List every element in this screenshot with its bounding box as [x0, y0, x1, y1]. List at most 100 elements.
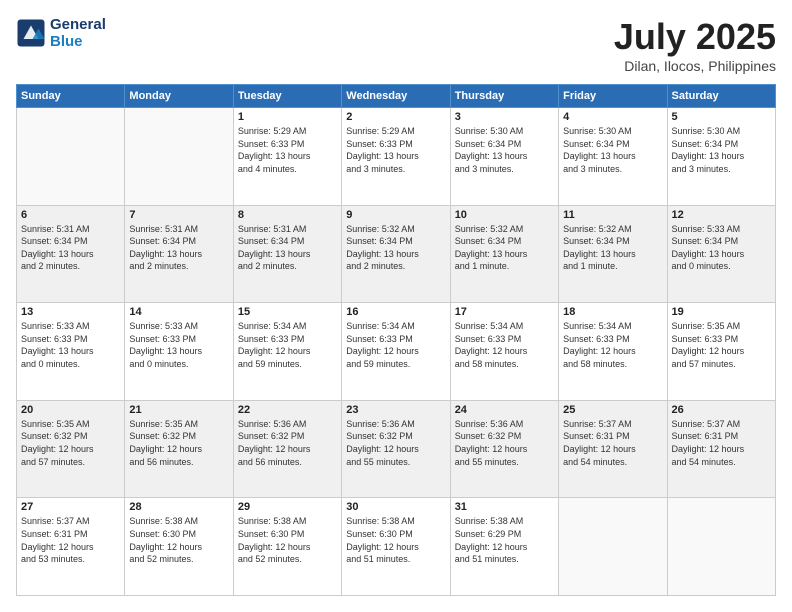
day-number: 12 — [672, 209, 771, 221]
day-number: 22 — [238, 404, 337, 416]
day-number: 3 — [455, 111, 554, 123]
day-number: 17 — [455, 306, 554, 318]
day-number: 16 — [346, 306, 445, 318]
logo-text: General Blue — [50, 16, 106, 50]
day-number: 15 — [238, 306, 337, 318]
day-number: 7 — [129, 209, 228, 221]
calendar-cell: 24 Sunrise: 5:36 AM Sunset: 6:32 PM Dayli… — [450, 400, 558, 498]
weekday-header-friday: Friday — [559, 85, 667, 108]
calendar-cell: 2Sunrise: 5:29 AM Sunset: 6:33 PM Daylig… — [342, 108, 450, 206]
calendar-cell: 25 Sunrise: 5:37 AM Sunset: 6:31 PM Dayli… — [559, 400, 667, 498]
logo: General Blue — [16, 16, 106, 50]
day-info: Sunrise: 5:36 AM Sunset: 6:32 PM Dayligh… — [455, 418, 554, 468]
day-info: Sunrise: 5:34 AM Sunset: 6:33 PM Dayligh… — [455, 320, 554, 370]
day-number: 9 — [346, 209, 445, 221]
calendar-cell: 29 Sunrise: 5:38 AM Sunset: 6:30 PM Dayli… — [233, 498, 341, 596]
calendar-cell: 13 Sunrise: 5:33 AM Sunset: 6:33 PM Dayli… — [17, 303, 125, 401]
calendar-cell: 15 Sunrise: 5:34 AM Sunset: 6:33 PM Dayli… — [233, 303, 341, 401]
day-info: Sunrise: 5:38 AM Sunset: 6:30 PM Dayligh… — [238, 515, 337, 565]
day-info: Sunrise: 5:29 AM Sunset: 6:33 PM Dayligh… — [346, 125, 445, 175]
calendar-cell: 23 Sunrise: 5:36 AM Sunset: 6:32 PM Dayli… — [342, 400, 450, 498]
calendar-cell — [667, 498, 775, 596]
calendar-week-row: 6 Sunrise: 5:31 AM Sunset: 6:34 PM Daylig… — [17, 205, 776, 303]
weekday-header-sunday: Sunday — [17, 85, 125, 108]
logo-icon — [16, 18, 46, 48]
calendar-cell: 5 Sunrise: 5:30 AM Sunset: 6:34 PM Daylig… — [667, 108, 775, 206]
weekday-header-wednesday: Wednesday — [342, 85, 450, 108]
calendar-table: SundayMondayTuesdayWednesdayThursdayFrid… — [16, 84, 776, 596]
calendar-cell: 6 Sunrise: 5:31 AM Sunset: 6:34 PM Daylig… — [17, 205, 125, 303]
day-info: Sunrise: 5:36 AM Sunset: 6:32 PM Dayligh… — [346, 418, 445, 468]
day-info: Sunrise: 5:33 AM Sunset: 6:33 PM Dayligh… — [129, 320, 228, 370]
day-info: Sunrise: 5:37 AM Sunset: 6:31 PM Dayligh… — [672, 418, 771, 468]
day-number: 6 — [21, 209, 120, 221]
day-info: Sunrise: 5:30 AM Sunset: 6:34 PM Dayligh… — [455, 125, 554, 175]
day-info: Sunrise: 5:33 AM Sunset: 6:34 PM Dayligh… — [672, 223, 771, 273]
day-info: Sunrise: 5:37 AM Sunset: 6:31 PM Dayligh… — [563, 418, 662, 468]
calendar-cell: 19 Sunrise: 5:35 AM Sunset: 6:33 PM Dayli… — [667, 303, 775, 401]
title-block: July 2025 Dilan, Ilocos, Philippines — [614, 16, 776, 74]
day-info: Sunrise: 5:33 AM Sunset: 6:33 PM Dayligh… — [21, 320, 120, 370]
month-title: July 2025 — [614, 16, 776, 58]
day-number: 8 — [238, 209, 337, 221]
calendar-cell: 3 Sunrise: 5:30 AM Sunset: 6:34 PM Daylig… — [450, 108, 558, 206]
calendar-cell: 26 Sunrise: 5:37 AM Sunset: 6:31 PM Dayli… — [667, 400, 775, 498]
calendar-cell: 1 Sunrise: 5:29 AM Sunset: 6:33 PM Daylig… — [233, 108, 341, 206]
day-info: Sunrise: 5:29 AM Sunset: 6:33 PM Dayligh… — [238, 125, 337, 175]
day-number: 29 — [238, 501, 337, 513]
day-info: Sunrise: 5:31 AM Sunset: 6:34 PM Dayligh… — [21, 223, 120, 273]
day-number: 25 — [563, 404, 662, 416]
day-info: Sunrise: 5:35 AM Sunset: 6:32 PM Dayligh… — [21, 418, 120, 468]
calendar-week-row: 27Sunrise: 5:37 AM Sunset: 6:31 PM Dayli… — [17, 498, 776, 596]
calendar-cell — [559, 498, 667, 596]
day-info: Sunrise: 5:38 AM Sunset: 6:30 PM Dayligh… — [346, 515, 445, 565]
calendar-cell: 20Sunrise: 5:35 AM Sunset: 6:32 PM Dayli… — [17, 400, 125, 498]
day-number: 18 — [563, 306, 662, 318]
day-number: 13 — [21, 306, 120, 318]
weekday-header-row: SundayMondayTuesdayWednesdayThursdayFrid… — [17, 85, 776, 108]
calendar-cell: 31 Sunrise: 5:38 AM Sunset: 6:29 PM Dayli… — [450, 498, 558, 596]
calendar-cell: 21Sunrise: 5:35 AM Sunset: 6:32 PM Dayli… — [125, 400, 233, 498]
logo-line2: Blue — [50, 33, 106, 50]
weekday-header-saturday: Saturday — [667, 85, 775, 108]
day-number: 5 — [672, 111, 771, 123]
day-info: Sunrise: 5:30 AM Sunset: 6:34 PM Dayligh… — [672, 125, 771, 175]
day-number: 26 — [672, 404, 771, 416]
calendar-cell: 27Sunrise: 5:37 AM Sunset: 6:31 PM Dayli… — [17, 498, 125, 596]
day-info: Sunrise: 5:31 AM Sunset: 6:34 PM Dayligh… — [238, 223, 337, 273]
weekday-header-monday: Monday — [125, 85, 233, 108]
day-info: Sunrise: 5:38 AM Sunset: 6:29 PM Dayligh… — [455, 515, 554, 565]
day-number: 28 — [129, 501, 228, 513]
weekday-header-thursday: Thursday — [450, 85, 558, 108]
calendar-cell: 17 Sunrise: 5:34 AM Sunset: 6:33 PM Dayli… — [450, 303, 558, 401]
day-info: Sunrise: 5:34 AM Sunset: 6:33 PM Dayligh… — [238, 320, 337, 370]
day-number: 10 — [455, 209, 554, 221]
calendar-cell: 7 Sunrise: 5:31 AM Sunset: 6:34 PM Daylig… — [125, 205, 233, 303]
calendar-cell: 11Sunrise: 5:32 AM Sunset: 6:34 PM Dayli… — [559, 205, 667, 303]
day-info: Sunrise: 5:34 AM Sunset: 6:33 PM Dayligh… — [346, 320, 445, 370]
calendar-cell: 8 Sunrise: 5:31 AM Sunset: 6:34 PM Daylig… — [233, 205, 341, 303]
calendar-cell: 10Sunrise: 5:32 AM Sunset: 6:34 PM Dayli… — [450, 205, 558, 303]
calendar-cell: 22Sunrise: 5:36 AM Sunset: 6:32 PM Dayli… — [233, 400, 341, 498]
calendar-cell: 9Sunrise: 5:32 AM Sunset: 6:34 PM Daylig… — [342, 205, 450, 303]
calendar-week-row: 20Sunrise: 5:35 AM Sunset: 6:32 PM Dayli… — [17, 400, 776, 498]
day-info: Sunrise: 5:35 AM Sunset: 6:32 PM Dayligh… — [129, 418, 228, 468]
day-number: 14 — [129, 306, 228, 318]
day-number: 19 — [672, 306, 771, 318]
day-number: 27 — [21, 501, 120, 513]
calendar-cell: 14 Sunrise: 5:33 AM Sunset: 6:33 PM Dayli… — [125, 303, 233, 401]
day-number: 4 — [563, 111, 662, 123]
day-number: 30 — [346, 501, 445, 513]
calendar-cell: 28Sunrise: 5:38 AM Sunset: 6:30 PM Dayli… — [125, 498, 233, 596]
day-number: 1 — [238, 111, 337, 123]
day-number: 24 — [455, 404, 554, 416]
day-info: Sunrise: 5:31 AM Sunset: 6:34 PM Dayligh… — [129, 223, 228, 273]
calendar-cell — [17, 108, 125, 206]
calendar-cell — [125, 108, 233, 206]
calendar-cell: 30 Sunrise: 5:38 AM Sunset: 6:30 PM Dayli… — [342, 498, 450, 596]
day-number: 31 — [455, 501, 554, 513]
day-number: 23 — [346, 404, 445, 416]
day-info: Sunrise: 5:35 AM Sunset: 6:33 PM Dayligh… — [672, 320, 771, 370]
calendar-week-row: 1 Sunrise: 5:29 AM Sunset: 6:33 PM Daylig… — [17, 108, 776, 206]
calendar-cell: 18Sunrise: 5:34 AM Sunset: 6:33 PM Dayli… — [559, 303, 667, 401]
